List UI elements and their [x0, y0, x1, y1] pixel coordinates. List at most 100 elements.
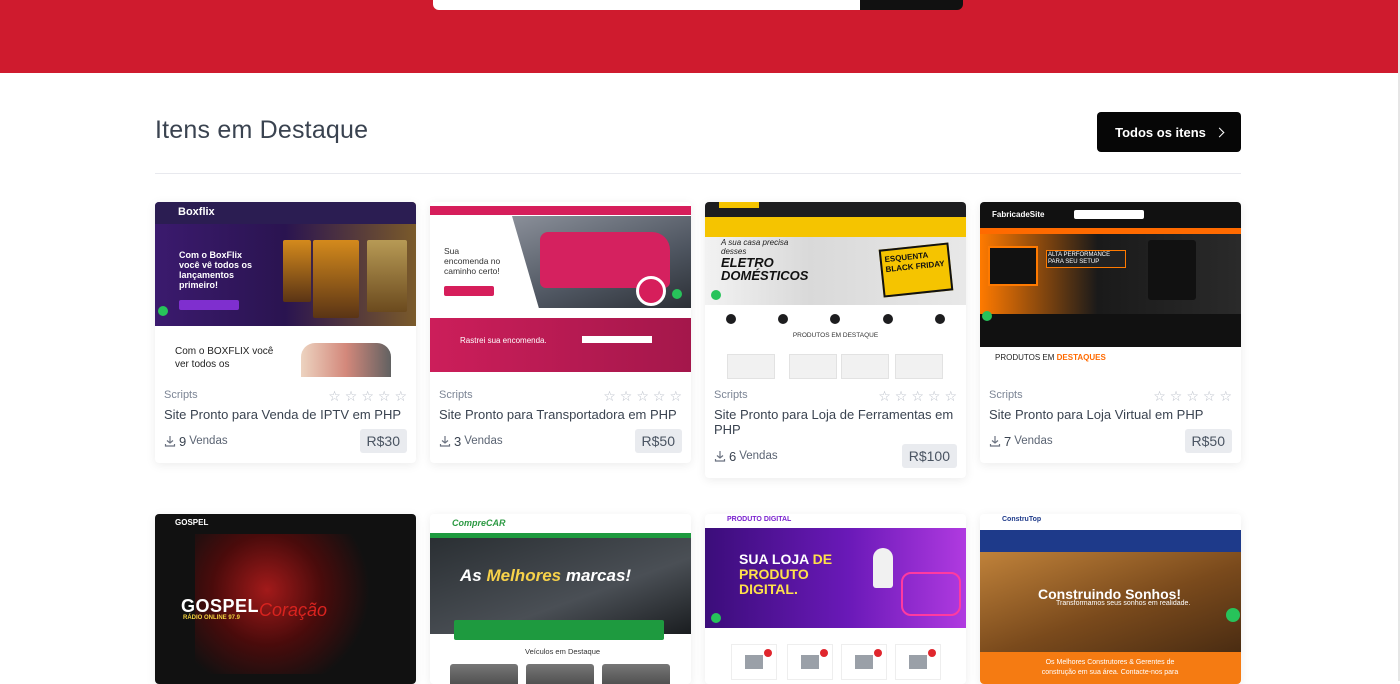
product-card[interactable]: ConstruTop Construindo Sonhos! Transform…: [980, 514, 1241, 684]
whatsapp-icon: [672, 289, 682, 299]
download-icon: [714, 451, 726, 462]
all-items-label: Todos os itens: [1115, 124, 1206, 140]
thumb-poster: [283, 240, 311, 302]
thumb-headline: SUA LOJA DE PRODUTO DIGITAL.: [739, 552, 849, 597]
thumb-feature-row: [705, 308, 966, 330]
thumb-bottom-text: Com o BOXFLIX você ver todos os: [175, 346, 274, 370]
rating-stars: ☆ ☆ ☆ ☆ ☆: [878, 388, 957, 404]
product-thumbnail[interactable]: A sua casa precisa desses ELETRO DOMÉSTI…: [705, 202, 966, 379]
product-card[interactable]: A sua casa precisa desses ELETRO DOMÉSTI…: [705, 202, 966, 478]
product-card[interactable]: FabricadeSite ALTA PERFORMANCE PARA SEU …: [980, 202, 1241, 463]
sales-number: 6: [729, 448, 737, 464]
thumb-search-bar: [454, 620, 664, 640]
search-input[interactable]: [433, 0, 861, 10]
thumb-logo: FabricadeSite: [992, 210, 1045, 219]
product-name[interactable]: Site Pronto para Loja Virtual em PHP: [989, 407, 1232, 422]
thumb-headline: Sua encomenda no caminho certo!: [444, 246, 501, 276]
thumb-product: [727, 354, 775, 379]
product-thumbnail[interactable]: Boxflix Com o BoxFlix você vê todos os l…: [155, 202, 416, 379]
section-title: Itens em Destaque: [155, 116, 369, 144]
thumb-products-highlight: DESTAQUES: [1056, 353, 1106, 362]
thumb-logo: GOSPEL: [175, 518, 209, 527]
star-icon: ☆: [669, 388, 682, 404]
section-divider: [155, 173, 1241, 174]
sales-number: 9: [179, 433, 187, 449]
thumb-logo: CompreCAR: [452, 518, 506, 528]
thumb-cta-text: Os Melhores Construtores & Gerentes de c…: [1041, 659, 1179, 676]
location-pin-icon: [636, 276, 666, 306]
product-name[interactable]: Site Pronto para Venda de IPTV em PHP: [164, 407, 407, 422]
product-thumbnail[interactable]: FabricadeSite ALTA PERFORMANCE PARA SEU …: [980, 202, 1241, 379]
sales-count: 9 Vendas: [164, 434, 228, 449]
sales-count: 6 Vendas: [714, 449, 778, 464]
thumb-product: [895, 354, 943, 379]
thumb-track-text: Rastrei sua encomenda.: [460, 336, 547, 345]
download-icon: [439, 436, 451, 447]
download-icon: [989, 436, 1001, 447]
thumb-category-bar: [705, 217, 966, 237]
thumb-subtitle: RÁDIO ONLINE 97.9: [183, 615, 241, 621]
thumb-vehicle: [526, 664, 594, 684]
thumb-headline-a: As: [460, 566, 482, 585]
product-name[interactable]: Site Pronto para Transportadora em PHP: [439, 407, 682, 422]
whatsapp-icon: [1226, 608, 1240, 622]
box-icon: [787, 644, 833, 680]
thumb-logo: PRODUTO DIGITAL: [727, 516, 792, 523]
product-thumbnail[interactable]: GOSPEL GOSPEL RÁDIO ONLINE 97.9 Coração: [155, 514, 416, 684]
search-button[interactable]: [860, 0, 963, 10]
thumb-product: [841, 354, 889, 379]
thumb-script-text: Coração: [259, 600, 328, 620]
star-icon: ☆: [652, 388, 666, 404]
star-icon: ☆: [603, 388, 616, 404]
thumb-logo: ConstruTop: [1002, 516, 1042, 523]
hero-banner: [0, 0, 1398, 73]
all-items-button[interactable]: Todos os itens: [1097, 112, 1241, 152]
box-icon: [841, 644, 887, 680]
star-icon: ☆: [1219, 388, 1232, 404]
thumb-headline-a: SUA LOJA: [739, 551, 809, 567]
product-card[interactable]: GOSPEL GOSPEL RÁDIO ONLINE 97.9 Coração: [155, 514, 416, 684]
product-thumbnail[interactable]: PRODUTO DIGITAL SUA LOJA DE PRODUTO DIGI…: [705, 514, 966, 684]
star-icon: ☆: [619, 388, 633, 404]
box-icon: [731, 644, 777, 680]
star-icon: ☆: [927, 388, 941, 404]
product-thumbnail[interactable]: CompreCAR As Melhores marcas! Veículos e…: [430, 514, 691, 684]
thumb-headline-b: Melhores: [486, 566, 562, 585]
download-icon: [164, 436, 176, 447]
rocket-icon: [873, 548, 893, 588]
whatsapp-icon: [711, 613, 721, 623]
thumb-products-title: PRODUTOS EM DESTAQUES: [995, 353, 1106, 362]
product-card[interactable]: PRODUTO DIGITAL SUA LOJA DE PRODUTO DIGI…: [705, 514, 966, 684]
product-name[interactable]: Site Pronto para Loja de Ferramentas em …: [714, 407, 957, 437]
thumb-poster: [367, 240, 407, 312]
thumb-title: GOSPEL: [181, 596, 260, 616]
whatsapp-icon: [982, 311, 992, 321]
product-thumbnail[interactable]: Sua encomenda no caminho certo! Rastrei …: [430, 202, 691, 379]
whatsapp-icon: [158, 306, 168, 316]
thumb-people-image: [301, 343, 391, 377]
thumb-button: [179, 300, 239, 310]
price-badge: R$100: [901, 444, 957, 468]
product-card[interactable]: Sua encomenda no caminho certo! Rastrei …: [430, 202, 691, 463]
product-card[interactable]: CompreCAR As Melhores marcas! Veículos e…: [430, 514, 691, 684]
rating-stars: ☆ ☆ ☆ ☆ ☆: [328, 388, 407, 404]
thumb-products-title: PRODUTOS EM DESTAQUE: [792, 332, 879, 339]
star-icon: ☆: [394, 388, 407, 404]
thumb-search: [1074, 210, 1144, 219]
product-card[interactable]: Boxflix Com o BoxFlix você vê todos os l…: [155, 202, 416, 463]
star-icon: ☆: [944, 388, 957, 404]
star-icon: ☆: [1169, 388, 1183, 404]
whatsapp-icon: [711, 290, 721, 300]
star-icon: ☆: [361, 388, 374, 404]
sales-label: Vendas: [739, 450, 778, 462]
thumb-button: [444, 286, 494, 296]
sales-label: Vendas: [189, 435, 228, 447]
star-icon: ☆: [1186, 388, 1199, 404]
thumb-promo-text: ALTA PERFORMANCE PARA SEU SETUP: [1048, 252, 1111, 265]
rating-stars: ☆ ☆ ☆ ☆ ☆: [1153, 388, 1232, 404]
thumb-logo: [719, 202, 759, 208]
thumb-category-bar: [980, 530, 1241, 552]
product-thumbnail[interactable]: ConstruTop Construindo Sonhos! Transform…: [980, 514, 1241, 684]
star-icon: ☆: [636, 388, 649, 404]
thumb-headline: As Melhores marcas!: [460, 566, 631, 586]
